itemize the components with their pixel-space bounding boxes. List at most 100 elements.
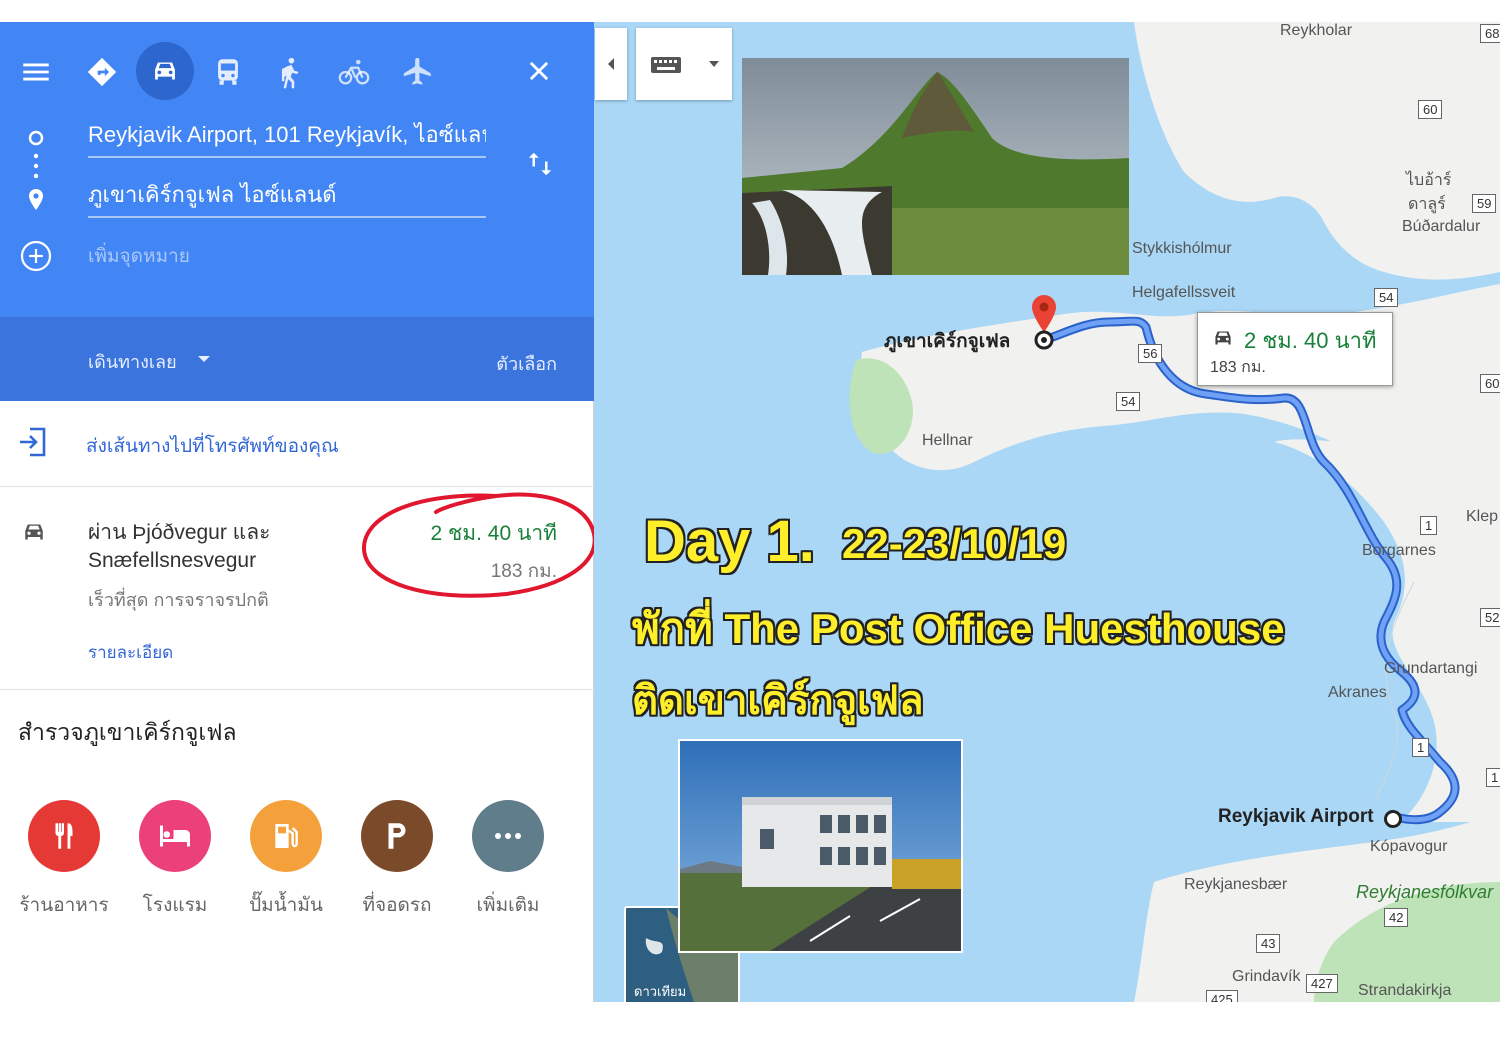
mode-flights-button[interactable]: [390, 44, 446, 100]
directions-icon: [87, 57, 117, 87]
route-via-text: ผ่าน Þjóðvegur และ Snæfellsnesvegur: [88, 521, 271, 572]
close-icon: [529, 61, 549, 81]
origin-input[interactable]: Reykjavik Airport, 101 Reykjavík, ไอซ์แล…: [88, 118, 486, 158]
add-destination-input[interactable]: เพิ่มจุดหมาย: [88, 240, 486, 280]
collapse-panel-button[interactable]: [595, 28, 627, 100]
origin-dot-icon: [24, 126, 48, 150]
road-shield: 59: [1472, 194, 1497, 213]
bike-icon: [338, 59, 370, 85]
place-label: Kópavogur: [1370, 838, 1448, 855]
road-shield: 427: [1306, 974, 1338, 993]
place-label: Stykkishólmur: [1132, 240, 1232, 257]
road-shield: 425: [1206, 990, 1238, 1002]
plane-icon: [403, 57, 431, 85]
place-label: Akranes: [1328, 684, 1387, 701]
mode-cycling-button[interactable]: [326, 44, 382, 100]
route-duration: 2 ชม. 40 นาที: [430, 522, 557, 545]
category-label: โรงแรม: [142, 895, 208, 916]
restaurant-icon: [28, 800, 100, 872]
chevron-down-icon: [709, 61, 719, 67]
route-details-link[interactable]: รายละเอียด: [88, 639, 173, 666]
directions-panel: Reykjavik Airport, 101 Reykjavík, ไอซ์แล…: [0, 22, 597, 1002]
callout-duration: 2 ชม. 40 นาที: [1244, 328, 1377, 353]
gas-station-icon: [250, 800, 322, 872]
place-label: Búðardalur: [1402, 218, 1481, 235]
road-shield: 68: [1480, 24, 1500, 43]
explore-title: สำรวจภูเขาเคิร์กจูเฟล: [18, 719, 237, 745]
road-shield: 52: [1480, 608, 1500, 627]
day-date: 22-23/10/19: [842, 520, 1067, 567]
place-label: Grundartangi: [1384, 660, 1478, 677]
swap-route-button[interactable]: [522, 146, 558, 182]
car-icon: [25, 524, 43, 540]
map-canvas[interactable]: Reykholar Stykkishólmur Helgafellssveit …: [594, 22, 1500, 1002]
callout-distance: 183 กม.: [1210, 359, 1266, 376]
bus-icon: [218, 59, 238, 85]
place-label: Reykjanesbær: [1184, 876, 1288, 893]
place-label: Borgarnes: [1362, 542, 1436, 559]
car-icon: [155, 62, 175, 80]
chevron-down-icon[interactable]: [196, 354, 212, 364]
add-destination-icon[interactable]: [18, 238, 54, 274]
keyboard-icon: [651, 57, 681, 73]
mode-best-route-button[interactable]: [74, 44, 130, 100]
mode-transit-button[interactable]: [200, 44, 256, 100]
close-directions-button[interactable]: [516, 48, 562, 94]
category-label: ร้านอาหาร: [19, 895, 109, 916]
guesthouse-image: [680, 741, 961, 951]
menu-button[interactable]: [8, 44, 64, 100]
place-label: Reykjanesfólkvar: [1356, 882, 1494, 902]
day-title: Day 1.: [644, 509, 815, 574]
route-callout[interactable]: 2 ชม. 40 นาที 183 กม.: [1197, 312, 1393, 386]
send-to-phone-row[interactable]: ส่งเส้นทางไปที่โทรศัพท์ของคุณ: [0, 401, 594, 487]
road-shield: 54: [1116, 392, 1141, 411]
stay-caption: พักที่ The Post Office Huesthouse: [632, 605, 1285, 652]
menu-icon: [23, 63, 49, 81]
place-label: Strandakirkja: [1358, 982, 1452, 999]
origin-point-icon: [1384, 810, 1402, 828]
destination-input[interactable]: ภูเขาเคิร์กจูเฟล ไอซ์แลนด์: [88, 178, 486, 218]
category-restaurants[interactable]: ร้านอาหาร: [9, 800, 119, 920]
place-label: Reykholar: [1280, 22, 1353, 39]
route-options-button[interactable]: ตัวเลือก: [496, 349, 557, 378]
road-shield: 1: [1486, 768, 1500, 787]
road-shield: 43: [1256, 934, 1281, 953]
route-option-card[interactable]: ผ่าน Þjóðvegur และ Snæfellsnesvegur เร็ว…: [0, 487, 594, 690]
road-shield: 1: [1412, 738, 1430, 757]
category-gas-stations[interactable]: ปั๊มน้ำมัน: [231, 800, 341, 920]
mode-walking-button[interactable]: [262, 44, 318, 100]
origin-map-label: Reykjavik Airport: [1218, 806, 1374, 827]
go-now-dropdown[interactable]: เดินทางเลย: [88, 347, 177, 376]
category-label: เพิ่มเติม: [476, 895, 540, 916]
place-label: ดาลูร์: [1408, 196, 1446, 213]
send-to-phone-link[interactable]: ส่งเส้นทางไปที่โทรศัพท์ของคุณ: [86, 431, 339, 461]
hotel-icon: [139, 800, 211, 872]
place-label: Hellnar: [922, 432, 973, 449]
satellite-label: ดาวเทียม: [634, 984, 687, 999]
road-shield: 60: [1418, 100, 1443, 119]
mountain-waterfall-image: [742, 58, 1129, 275]
send-to-device-icon: [20, 427, 46, 457]
place-label: Grindavík: [1232, 968, 1301, 985]
category-label: ที่จอดรถ: [362, 895, 432, 916]
directions-header: Reykjavik Airport, 101 Reykjavík, ไอซ์แล…: [0, 22, 594, 317]
category-label: ปั๊มน้ำมัน: [249, 895, 323, 916]
car-icon: [1215, 331, 1231, 345]
road-shield: 60: [1480, 374, 1500, 393]
guesthouse-photo: [678, 739, 963, 953]
route-distance: 183 กม.: [490, 561, 557, 582]
destination-point-icon: [1034, 330, 1054, 350]
traffic-status: เร็วที่สุด การจราจรปกติ: [88, 590, 269, 610]
place-label: Helgafellssveit: [1132, 284, 1236, 301]
input-tools-button[interactable]: [636, 28, 732, 100]
place-label: ไบอ้าร์: [1406, 172, 1452, 189]
location-caption: ติดเขาเคิร์กจูเฟล: [632, 679, 924, 723]
category-hotels[interactable]: โรงแรม: [120, 800, 230, 920]
category-more[interactable]: เพิ่มเติม: [453, 800, 563, 920]
chevron-left-icon: [608, 58, 614, 70]
category-parking[interactable]: ที่จอดรถ: [342, 800, 452, 920]
mode-driving-button[interactable]: [136, 42, 194, 100]
destination-pin-icon: [24, 186, 48, 214]
walk-icon: [281, 57, 299, 89]
kirkjufell-photo: [742, 58, 1129, 275]
